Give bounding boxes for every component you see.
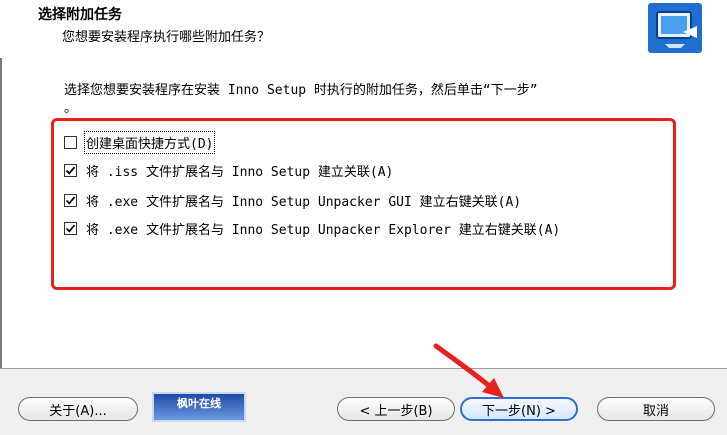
- checkbox-unchecked[interactable]: [64, 135, 77, 149]
- setup-computer-icon: [648, 3, 702, 53]
- task-label: 将 .iss 文件扩展名与 Inno Setup 建立关联(A): [86, 164, 394, 180]
- cancel-button[interactable]: 取消: [597, 397, 715, 421]
- task-associate-iss[interactable]: 将 .iss 文件扩展名与 Inno Setup 建立关联(A): [64, 160, 393, 180]
- page-subtitle: 您想要安装程序执行哪些附加任务？: [62, 30, 271, 45]
- task-associate-exe-gui[interactable]: 将 .exe 文件扩展名与 Inno Setup Unpacker GUI 建立…: [64, 190, 521, 210]
- checkbox-checked[interactable]: [64, 163, 77, 177]
- checkmark-icon: [65, 196, 76, 205]
- checkbox-checked[interactable]: [64, 193, 77, 207]
- watermark-stamp: 枫叶在线: [152, 392, 246, 422]
- wizard-header: 选择附加任务 您想要安装程序执行哪些附加任务？: [0, 0, 727, 58]
- task-associate-exe-explorer[interactable]: 将 .exe 文件扩展名与 Inno Setup Unpacker Explor…: [64, 218, 560, 238]
- task-label: 将 .exe 文件扩展名与 Inno Setup Unpacker Explor…: [86, 222, 561, 238]
- about-button[interactable]: 关于(A)...: [18, 397, 138, 421]
- task-create-desktop-shortcut[interactable]: 创建桌面快捷方式(D): [64, 130, 216, 154]
- page-title: 选择附加任务: [38, 7, 122, 23]
- instructions-line: 选择您想要安装程序在安装 Inno Setup 时执行的附加任务，然后单击“下一…: [64, 83, 538, 98]
- checkmark-icon: [65, 166, 76, 175]
- checkbox-checked[interactable]: [64, 221, 77, 235]
- task-label: 创建桌面快捷方式(D): [83, 130, 216, 154]
- checkmark-icon: [65, 224, 76, 233]
- instructions-text: 选择您想要安装程序在安装 Inno Setup 时执行的附加任务，然后单击“下一…: [64, 82, 684, 118]
- task-label: 将 .exe 文件扩展名与 Inno Setup Unpacker GUI 建立…: [86, 194, 522, 210]
- red-arrow-annotation: [433, 343, 504, 398]
- instructions-line-end: 。: [64, 101, 78, 116]
